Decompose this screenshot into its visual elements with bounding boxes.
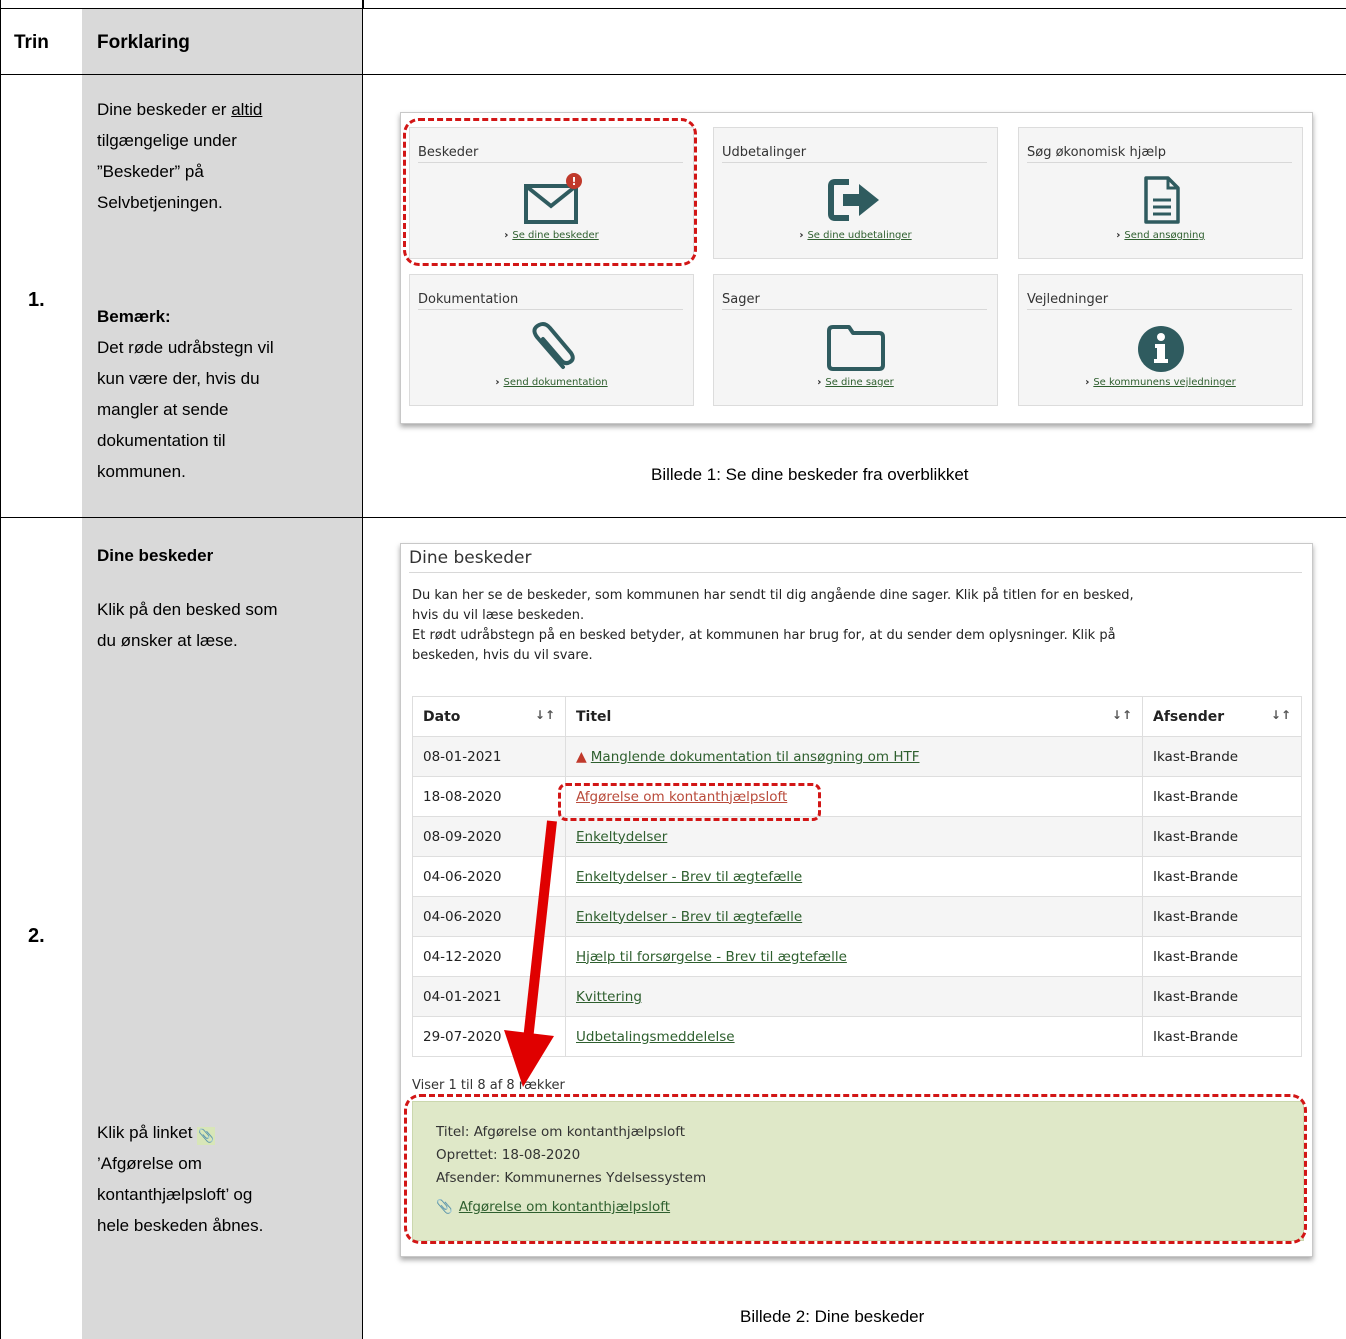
highlight-detail-panel bbox=[404, 1094, 1307, 1244]
link-send-ansoegning: Send ansøgning bbox=[1124, 230, 1205, 241]
step2-heading: Dine beskeder bbox=[97, 546, 214, 565]
sign-out-arrow-icon bbox=[714, 172, 997, 230]
message-link[interactable]: Enkeltydelser - Brev til ægtefælle bbox=[576, 909, 802, 925]
table-border bbox=[0, 8, 1346, 9]
caption-billede-1: Billede 1: Se dine beskeder fra overblik… bbox=[651, 465, 969, 484]
column-header-titel[interactable]: Titel ↓↑ bbox=[565, 696, 1143, 737]
sort-icon: ↓↑ bbox=[1270, 708, 1291, 722]
table-border bbox=[363, 0, 364, 8]
table-border bbox=[362, 0, 363, 1339]
info-icon bbox=[1019, 319, 1302, 377]
table-row: 18-08-2020 Afgørelse om kontanthjælpslof… bbox=[412, 776, 1302, 817]
table-row: 08-01-2021 ▲ Manglende dokumentation til … bbox=[412, 736, 1302, 777]
tile-soeg-hjaelp[interactable]: Søg økonomisk hjælp › Send ansøgning bbox=[1018, 127, 1303, 259]
table-border bbox=[0, 517, 1346, 518]
document-icon bbox=[1019, 172, 1302, 230]
highlight-message-link bbox=[558, 783, 821, 821]
message-link[interactable]: Hjælp til forsørgelse - Brev til ægtefæl… bbox=[576, 949, 847, 965]
sort-icon: ↓↑ bbox=[1111, 708, 1132, 722]
header-forklaring: Forklaring bbox=[97, 32, 190, 53]
link-send-dokumentation: Send dokumentation bbox=[503, 377, 608, 388]
paperclip-icon: 📎 bbox=[197, 1127, 216, 1145]
paperclip-icon bbox=[410, 319, 693, 377]
tile-dokumentation[interactable]: Dokumentation › Send dokumentation bbox=[409, 274, 694, 406]
message-link[interactable]: Manglende dokumentation til ansøgning om… bbox=[591, 749, 920, 765]
red-arrow-icon bbox=[504, 820, 557, 1087]
column-header-afsender[interactable]: Afsender ↓↑ bbox=[1142, 696, 1302, 737]
link-se-dine-sager: Se dine sager bbox=[825, 377, 894, 388]
tile-vejledninger[interactable]: Vejledninger › Se kommunens vejledninger bbox=[1018, 274, 1303, 406]
warning-icon: ▲ bbox=[576, 748, 587, 765]
message-link[interactable]: Enkeltydelser - Brev til ægtefælle bbox=[576, 869, 802, 885]
link-se-dine-udbetalinger: Se dine udbetalinger bbox=[807, 230, 912, 241]
step1-text: Dine beskeder er altid tilgængelige unde… bbox=[97, 100, 263, 212]
sort-icon: ↓↑ bbox=[534, 708, 555, 722]
page-title: Dine beskeder bbox=[409, 548, 532, 568]
highlight-beskeder-tile bbox=[403, 118, 697, 266]
caption-billede-2: Billede 2: Dine beskeder bbox=[740, 1307, 925, 1326]
message-link[interactable]: Kvittering bbox=[576, 989, 642, 1005]
message-link[interactable]: Udbetalingsmeddelelse bbox=[576, 1029, 735, 1045]
step2-text2: Klik på linket 📎 ’Afgørelse om kontanthj… bbox=[97, 1123, 264, 1235]
folder-icon bbox=[714, 319, 997, 377]
step1-note: Bemærk: Det røde udråbstegn vil kun være… bbox=[97, 307, 274, 481]
link-se-kommunens-vejledninger: Se kommunens vejledninger bbox=[1093, 377, 1236, 388]
column-header-dato[interactable]: Dato ↓↑ bbox=[412, 696, 566, 737]
table-border bbox=[0, 0, 1, 1339]
table-border bbox=[0, 74, 1346, 75]
intro-text: Du kan her se de beskeder, som kommunen … bbox=[412, 588, 1134, 663]
step-number: 2. bbox=[28, 925, 45, 947]
header-trin: Trin bbox=[14, 32, 49, 53]
tile-sager[interactable]: Sager › Se dine sager bbox=[713, 274, 998, 406]
tile-udbetalinger[interactable]: Udbetalinger › Se dine udbetalinger bbox=[713, 127, 998, 259]
step-number: 1. bbox=[28, 289, 45, 311]
message-link[interactable]: Enkeltydelser bbox=[576, 829, 667, 845]
step2-text: Klik på den besked som du ønsker at læse… bbox=[97, 600, 278, 650]
